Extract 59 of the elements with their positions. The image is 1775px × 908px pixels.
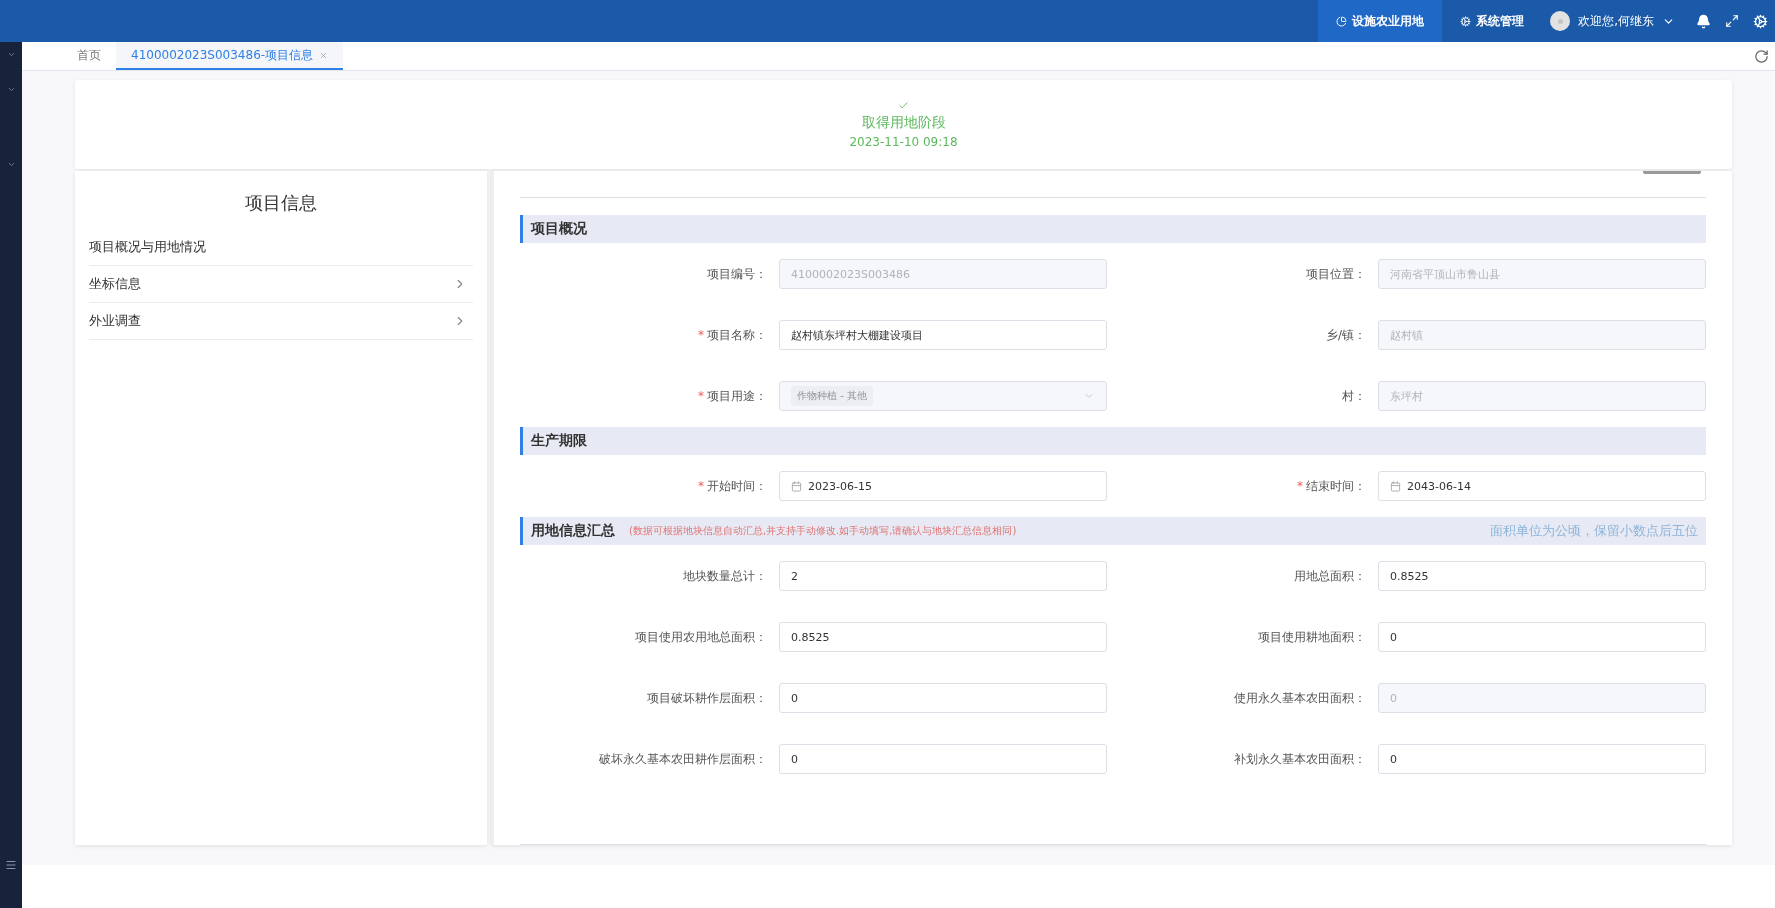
input-field[interactable]: 0 [779, 683, 1107, 713]
stage-time: 2023-11-10 09:18 [849, 135, 958, 149]
date-field[interactable]: 2023-06-15 [779, 471, 1107, 501]
field-label: 补划永久基本农田面积： [1234, 750, 1366, 768]
unit-hint: 面积单位为公顷，保留小数点后五位 [1490, 522, 1698, 540]
section-title: 项目概况 [531, 220, 587, 238]
input-field[interactable]: 2 [779, 561, 1107, 591]
settings-icon[interactable] [1753, 13, 1768, 29]
field-label: 用地总面积： [1294, 567, 1366, 585]
required-mark: * [698, 479, 704, 493]
input-field[interactable]: 0.8525 [779, 622, 1107, 652]
input-field[interactable]: 0.8525 [1378, 561, 1706, 591]
field-label: 项目名称： [707, 326, 767, 344]
section-title: 用地信息汇总 [531, 522, 615, 540]
input-field[interactable]: 0 [1378, 744, 1706, 774]
field-label: 乡/镇： [1325, 326, 1366, 344]
nav-item[interactable]: 系统管理 [1442, 0, 1543, 42]
calendar-icon [1390, 480, 1401, 492]
calendar-icon [791, 480, 802, 492]
panel-title: 项目信息 [244, 191, 318, 215]
chevron-down-icon[interactable] [6, 160, 16, 169]
nav-item[interactable]: 设施农业用地 [1318, 0, 1443, 42]
field-label: 地块数量总计： [683, 567, 767, 585]
chevron-down-icon[interactable] [6, 50, 16, 59]
field-label: 项目编号： [707, 265, 767, 283]
bell-icon[interactable] [1696, 13, 1711, 29]
field-label: 开始时间： [707, 477, 767, 495]
refresh-icon[interactable] [1754, 48, 1769, 64]
field-label: 项目用途： [707, 387, 767, 405]
gear-icon [1460, 15, 1472, 27]
avatar[interactable] [1550, 11, 1571, 31]
field-label: 项目位置： [1306, 265, 1366, 283]
field-label: 村： [1342, 387, 1366, 405]
user-greeting[interactable]: 欢迎您,何继东 [1578, 12, 1654, 30]
stage-title: 取得用地阶段 [861, 114, 946, 132]
menu-icon[interactable] [5, 859, 17, 871]
chevron-down-icon[interactable] [6, 85, 16, 94]
field-label: 使用永久基本农田面积： [1234, 689, 1366, 707]
expand-icon[interactable] [1725, 14, 1739, 28]
field-label: 项目使用农用地总面积： [635, 628, 767, 646]
date-field[interactable]: 2043-06-14 [1378, 471, 1706, 501]
input-field[interactable]: 0 [1378, 622, 1706, 652]
section-note: (数据可根据地块信息自动汇总,并支持手动修改.如手动填写,请确认与地块汇总信息相同) [629, 524, 1017, 538]
required-mark: * [698, 328, 704, 342]
section-title: 生产期限 [531, 432, 587, 450]
tab[interactable]: 4100002023S003486-项目信息 [116, 42, 344, 70]
menu-item[interactable]: 外业调查 [89, 303, 473, 340]
pie-chart-icon [1336, 15, 1348, 27]
menu-item[interactable]: 坐标信息 [89, 266, 473, 303]
field-label: 结束时间： [1306, 477, 1366, 495]
required-mark: * [1297, 479, 1303, 493]
field-label: 破坏永久基本农田耕作层面积： [599, 750, 767, 768]
input-field[interactable]: 0 [779, 744, 1107, 774]
field-label: 项目破坏耕作层面积： [647, 689, 767, 707]
input-field[interactable]: 赵村镇东坪村大棚建设项目 [779, 320, 1107, 350]
required-mark: * [698, 389, 704, 403]
menu-item[interactable]: 项目概况与用地情况 [89, 229, 473, 266]
field-label: 项目使用耕地面积： [1258, 628, 1366, 646]
tag: 作物种植 - 其他 [791, 386, 873, 406]
